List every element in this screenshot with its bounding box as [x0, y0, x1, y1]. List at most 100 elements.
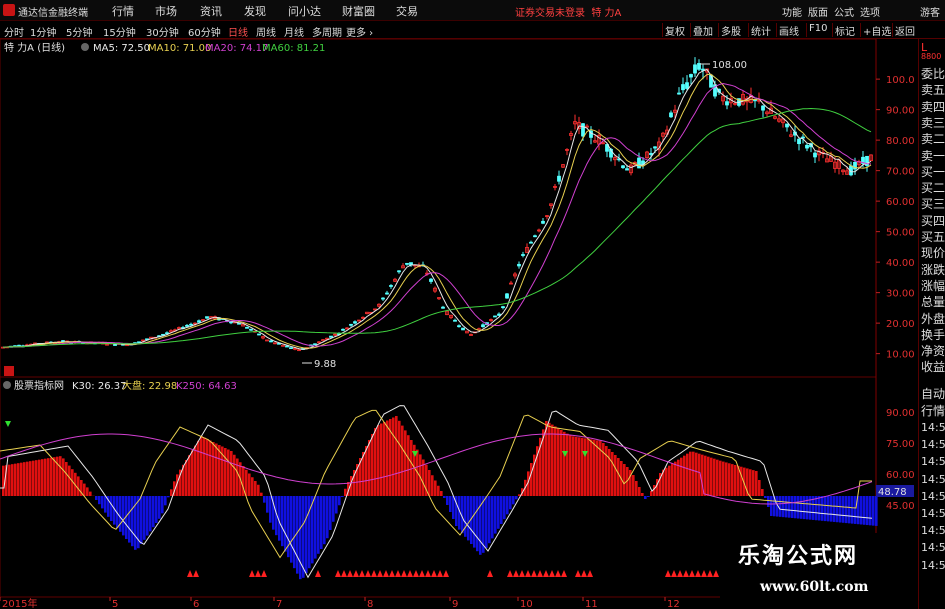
sidebar-item[interactable]: 涨幅: [921, 277, 945, 294]
indicator-bar: [617, 458, 620, 496]
tool-adjust[interactable]: 复权: [662, 23, 687, 38]
buy-signal-triangle-icon: [371, 570, 377, 577]
legend-toggle-icon[interactable]: [81, 43, 89, 51]
period-15min[interactable]: 15分钟: [103, 24, 136, 39]
sidebar-item[interactable]: 卖五: [921, 81, 945, 98]
indicator-bar: [245, 469, 248, 496]
period-multi[interactable]: 多周期: [312, 24, 342, 39]
menu-layout[interactable]: 版面: [808, 4, 828, 19]
tool-overlay[interactable]: 叠加: [690, 23, 715, 38]
sidebar-item[interactable]: 买一: [921, 163, 945, 180]
guest-label[interactable]: 游客: [920, 4, 940, 19]
stock-chart[interactable]: 特 力A (日线) MA5: 72.50 MA10: 71.00 MA20: 7…: [0, 39, 918, 609]
buy-signal-triangle-icon: [437, 570, 443, 577]
period-60min[interactable]: 60分钟: [188, 24, 221, 39]
period-monthly[interactable]: 月线: [284, 24, 304, 39]
sidebar-item[interactable]: 净资: [921, 342, 945, 359]
buy-signal-triangle-icon: [549, 570, 555, 577]
candle-body: [677, 92, 681, 95]
sidebar-item[interactable]: 卖二: [921, 130, 945, 147]
indicator-bar: [146, 496, 149, 536]
menu-ask[interactable]: 问小达: [288, 3, 321, 19]
indicator-bar: [557, 428, 560, 496]
sidebar-item[interactable]: 卖四: [921, 98, 945, 115]
period-daily[interactable]: 日线: [228, 24, 248, 39]
menu-options[interactable]: 选项: [860, 4, 880, 19]
sidebar-lower-item[interactable]: 行情: [921, 402, 945, 419]
sidebar-lower-item[interactable]: 自动: [921, 385, 945, 402]
date-axis-label: 8: [367, 599, 373, 609]
indicator-bar: [755, 471, 758, 496]
sidebar-item[interactable]: 收益: [921, 358, 945, 375]
tool-back[interactable]: 返回: [892, 23, 917, 38]
candle-body: [685, 82, 689, 89]
menu-function[interactable]: 功能: [782, 4, 802, 19]
indicator-bar: [83, 483, 86, 496]
sub-axis-label: 45.00: [886, 501, 915, 512]
tool-mark[interactable]: 标记: [832, 23, 857, 38]
buy-signal-triangle-icon: [401, 570, 407, 577]
period-1min[interactable]: 1分钟: [30, 24, 56, 39]
indicator-bar: [512, 496, 515, 505]
indicator-bar: [860, 496, 863, 525]
indicator-bar: [191, 450, 194, 496]
indicator-bar: [614, 455, 617, 496]
sidebar-item[interactable]: 总量: [921, 293, 945, 310]
sidebar-item[interactable]: 委比: [921, 65, 945, 82]
candle-body: [205, 316, 209, 319]
sidebar-item[interactable]: 卖一: [921, 147, 945, 164]
tool-add-favorite[interactable]: +自选: [860, 23, 893, 38]
max-price-label: 108.00: [712, 60, 747, 71]
period-30min[interactable]: 30分钟: [146, 24, 179, 39]
indicator-bar: [332, 496, 335, 522]
indicator-bar: [188, 455, 191, 496]
buy-signal-triangle-icon: [525, 570, 531, 577]
indicator-bar: [380, 423, 383, 496]
sidebar-item[interactable]: 买三: [921, 195, 945, 212]
menu-market-quote[interactable]: 行情: [112, 3, 134, 19]
period-more[interactable]: 更多 ›: [346, 24, 373, 39]
indicator-bar: [38, 459, 41, 496]
tool-drawline[interactable]: 画线: [776, 23, 801, 38]
tool-multi-stock[interactable]: 多股: [718, 23, 743, 38]
indicator-bar: [308, 496, 311, 569]
period-tick-time[interactable]: 分时: [4, 24, 24, 39]
period-5min[interactable]: 5分钟: [66, 24, 92, 39]
indicator-bar: [32, 460, 35, 496]
indicator-bar: [605, 446, 608, 496]
tool-stats[interactable]: 统计: [748, 23, 773, 38]
period-weekly[interactable]: 周线: [256, 24, 276, 39]
indicator-bar: [782, 496, 785, 518]
sidebar-item[interactable]: 买五: [921, 228, 945, 245]
sub-legend-toggle-icon[interactable]: [3, 381, 11, 389]
indicator-bar: [638, 487, 641, 496]
indicator-bar: [299, 496, 302, 580]
tool-f10[interactable]: F10: [806, 23, 829, 37]
date-axis-label: 10: [520, 599, 533, 609]
indicator-bar: [62, 458, 65, 496]
price-axis-label: 70.00: [886, 167, 915, 178]
indicator-bar: [644, 496, 647, 499]
candle-body: [797, 138, 801, 145]
menu-wealth[interactable]: 财富圈: [342, 3, 375, 19]
indicator-bar: [197, 440, 200, 496]
price-axis-label: 80.00: [886, 136, 915, 147]
menu-discover[interactable]: 发现: [244, 3, 266, 19]
sidebar-item[interactable]: 涨跌: [921, 261, 945, 278]
sidebar-item[interactable]: 现价: [921, 244, 945, 261]
indicator-bar: [149, 496, 152, 532]
calendar-badge-icon: [4, 366, 14, 376]
sidebar-item[interactable]: 买四: [921, 212, 945, 229]
candle-body: [493, 315, 497, 318]
indicator-bar: [725, 462, 728, 496]
indicator-bar: [467, 496, 470, 541]
sidebar-item[interactable]: 外盘: [921, 310, 945, 327]
sidebar-item[interactable]: 买二: [921, 179, 945, 196]
sidebar-time: 14:50: [921, 558, 945, 572]
menu-formula[interactable]: 公式: [834, 4, 854, 19]
sidebar-item[interactable]: 卖三: [921, 114, 945, 131]
sidebar-item[interactable]: 换手: [921, 326, 945, 343]
menu-news[interactable]: 资讯: [200, 3, 222, 19]
menu-market[interactable]: 市场: [155, 3, 177, 19]
menu-trade[interactable]: 交易: [396, 3, 418, 19]
